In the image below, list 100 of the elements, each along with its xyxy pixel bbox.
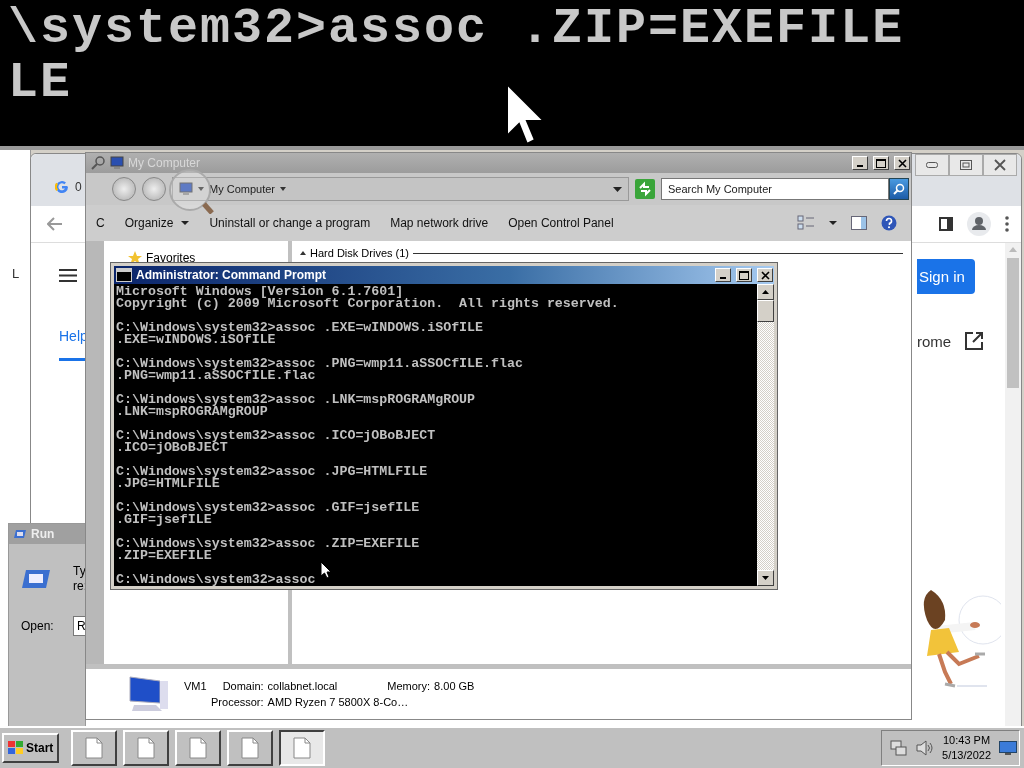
tab-title[interactable]: 0: [75, 180, 82, 194]
console-line: .EXE=wINDOWS.iSOfILE: [116, 334, 276, 346]
scrollbar[interactable]: [757, 284, 774, 586]
maximize-icon: [876, 158, 886, 168]
computer-icon: [126, 675, 170, 713]
g-logo-icon: [55, 180, 69, 194]
toolbar-menu-button[interactable]: Organize: [124, 216, 190, 230]
toolbar-button[interactable]: Map network drive: [390, 216, 489, 230]
restore-button[interactable]: [949, 154, 983, 176]
console-icon: [116, 268, 132, 282]
refresh-icon[interactable]: [635, 179, 655, 199]
restore-icon: [960, 160, 972, 170]
back-arrow-icon[interactable]: [47, 217, 63, 231]
close-button[interactable]: [983, 154, 1017, 176]
link-text[interactable]: rome: [917, 332, 952, 350]
run-icon: [21, 569, 51, 589]
search-button[interactable]: [889, 178, 909, 200]
console-line: C:\Windows\system32>assoc .JPG=HTMLFILE: [116, 466, 428, 478]
star-icon: [128, 251, 142, 265]
maximize-button[interactable]: [736, 268, 752, 282]
caret-icon: [181, 221, 190, 225]
memory-label: Memory:: [387, 680, 431, 692]
help-icon[interactable]: [881, 215, 897, 231]
document-icon: [293, 737, 312, 759]
sign-in-button[interactable]: Sign in: [917, 259, 975, 294]
preview-pane-icon[interactable]: [851, 216, 867, 230]
nav-item[interactable]: Favorites: [146, 251, 196, 265]
document-icon: [85, 737, 104, 759]
open-field[interactable]: R: [73, 616, 85, 636]
close-icon: [760, 270, 770, 280]
close-icon: [994, 159, 1006, 171]
document-icon: [241, 737, 260, 759]
scroll-up-icon[interactable]: [762, 290, 769, 294]
search-icon: [893, 183, 905, 195]
console-line: C:\Windows\system32>assoc .GIF=jsefILE: [116, 502, 420, 514]
collapse-icon[interactable]: [300, 251, 306, 255]
domain-value: collabnet.local: [267, 680, 338, 692]
forward-button[interactable]: [142, 177, 166, 201]
maximize-icon: [739, 270, 749, 280]
console-line: .JPG=HTMLFILE: [116, 478, 220, 490]
document-icon: [137, 737, 156, 759]
console-line: C:\Windows\system32>assoc .EXE=wINDOWS.iSOfILE: [116, 322, 484, 334]
console-line: C:\Windows\system32>assoc .ZIP=EXEFILE: [116, 538, 420, 550]
caret-icon[interactable]: [829, 221, 837, 225]
speaker-icon[interactable]: [916, 740, 935, 756]
back-button[interactable]: [112, 177, 136, 201]
scroll-thumb[interactable]: [757, 300, 774, 322]
computer-icon: [110, 156, 124, 170]
view-icon[interactable]: [797, 215, 815, 231]
console-line: Microsoft Windows [Version 6.1.7601]: [116, 286, 404, 298]
show-desktop-icon[interactable]: [999, 741, 1017, 755]
computer-icon: [179, 182, 193, 196]
console-line: .LNK=mspROGRAMgROUP: [116, 406, 268, 418]
toolbar-button[interactable]: Uninstall or change a program: [209, 216, 371, 230]
domain-label: Domain:: [222, 680, 264, 692]
side-panel-icon[interactable]: [939, 217, 953, 231]
start-button[interactable]: Start: [2, 733, 60, 763]
taskbar-button[interactable]: [279, 730, 326, 766]
document-icon: [189, 737, 208, 759]
console-line: \system32>assoc .ZIP=EXEFILE: [8, 2, 905, 56]
processor-label: Processor:: [211, 696, 264, 708]
console-line: C:\Windows\system32>assoc .PNG=wmp11.aSSOCfILE.flac: [116, 358, 523, 370]
console-line: C:\Windows\system32>assoc .ICO=jOBoBJECT: [116, 430, 436, 442]
dialog-title: Run: [31, 527, 55, 541]
magnifier-icon: [90, 155, 106, 171]
profile-icon[interactable]: [967, 212, 991, 236]
console-line: Copyright (c) 2009 Microsoft Corporation. All rights reserved.: [116, 298, 619, 310]
windows-logo-icon: [8, 741, 24, 755]
console-line: .GIF=jsefILE: [116, 514, 212, 526]
open-label: Open:: [21, 619, 55, 633]
group-header[interactable]: Hard Disk Drives (1): [310, 247, 409, 259]
external-link-icon[interactable]: [965, 332, 984, 350]
window-text: L: [12, 266, 20, 281]
console-line: C:\Windows\system32>assoc: [116, 574, 316, 586]
caret-icon: [198, 187, 204, 191]
toolbar-button[interactable]: Open Control Panel: [508, 216, 614, 230]
toolbar-button[interactable]: C: [96, 216, 105, 230]
computer-name: VM1: [184, 680, 207, 692]
console-line: LE: [8, 56, 72, 110]
run-icon: [13, 529, 27, 539]
scroll-thumb[interactable]: [1007, 258, 1019, 388]
clock-date[interactable]: 5/13/2022: [942, 748, 991, 763]
network-icon[interactable]: [890, 739, 909, 757]
memory-value: 8.00 GB: [434, 680, 475, 692]
dropdown-icon[interactable]: [613, 186, 622, 192]
scrollbar[interactable]: [1005, 243, 1021, 726]
minimize-icon: [926, 162, 938, 168]
description-text: Ty: [73, 564, 85, 579]
console-line: .PNG=wmp11.aSSOCfILE.flac: [116, 370, 316, 382]
window-title: Administrator: Command Prompt: [136, 268, 326, 282]
console-line: .ICO=jOBoBJECT: [116, 442, 228, 454]
search-field[interactable]: Search My Computer: [661, 178, 889, 200]
close-icon: [897, 158, 907, 168]
clock-time[interactable]: 10:43 PM: [943, 733, 991, 748]
maximize-button[interactable]: [873, 156, 889, 170]
breadcrumb[interactable]: My Computer: [209, 183, 276, 195]
menu-icon[interactable]: [59, 269, 77, 282]
more-icon[interactable]: [1005, 216, 1009, 232]
scroll-down-icon[interactable]: [762, 576, 769, 580]
address-bar[interactable]: My Computer: [172, 177, 629, 201]
